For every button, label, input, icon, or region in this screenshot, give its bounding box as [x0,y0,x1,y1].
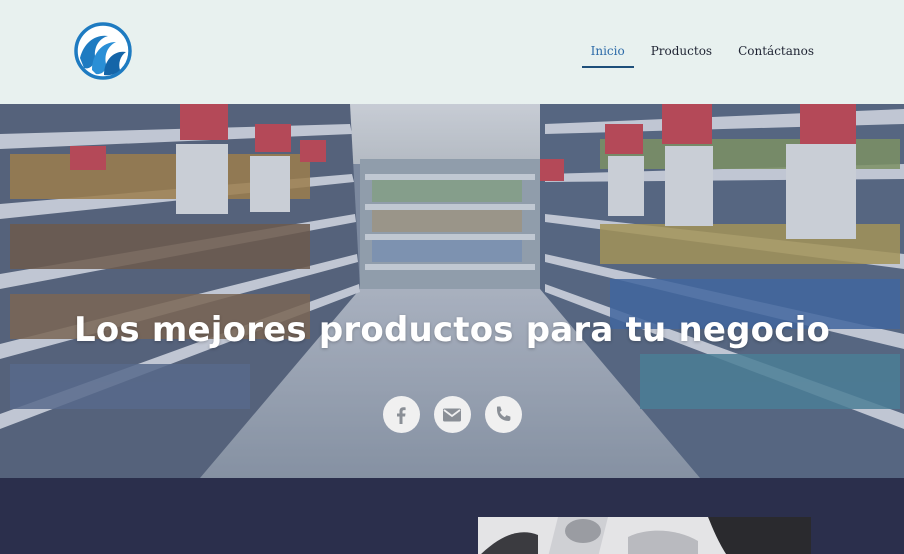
social-links [0,396,904,433]
wave-logo-icon[interactable] [74,22,132,80]
phone-icon[interactable] [484,396,522,433]
hero-section: Los mejores productos para tu negocio [0,104,904,478]
section-photo [478,517,811,554]
email-icon[interactable] [433,396,471,433]
nav-item-inicio[interactable]: Inicio [581,36,634,68]
facebook-icon[interactable] [382,396,420,433]
nav-item-productos[interactable]: Productos [651,36,712,68]
nav-item-contactanos[interactable]: Contáctanos [738,36,814,68]
site-header: Inicio Productos Contáctanos [0,0,904,104]
main-nav: Inicio Productos Contáctanos [581,0,814,104]
hero-title: Los mejores productos para tu negocio [74,310,830,350]
content-band [0,478,904,554]
